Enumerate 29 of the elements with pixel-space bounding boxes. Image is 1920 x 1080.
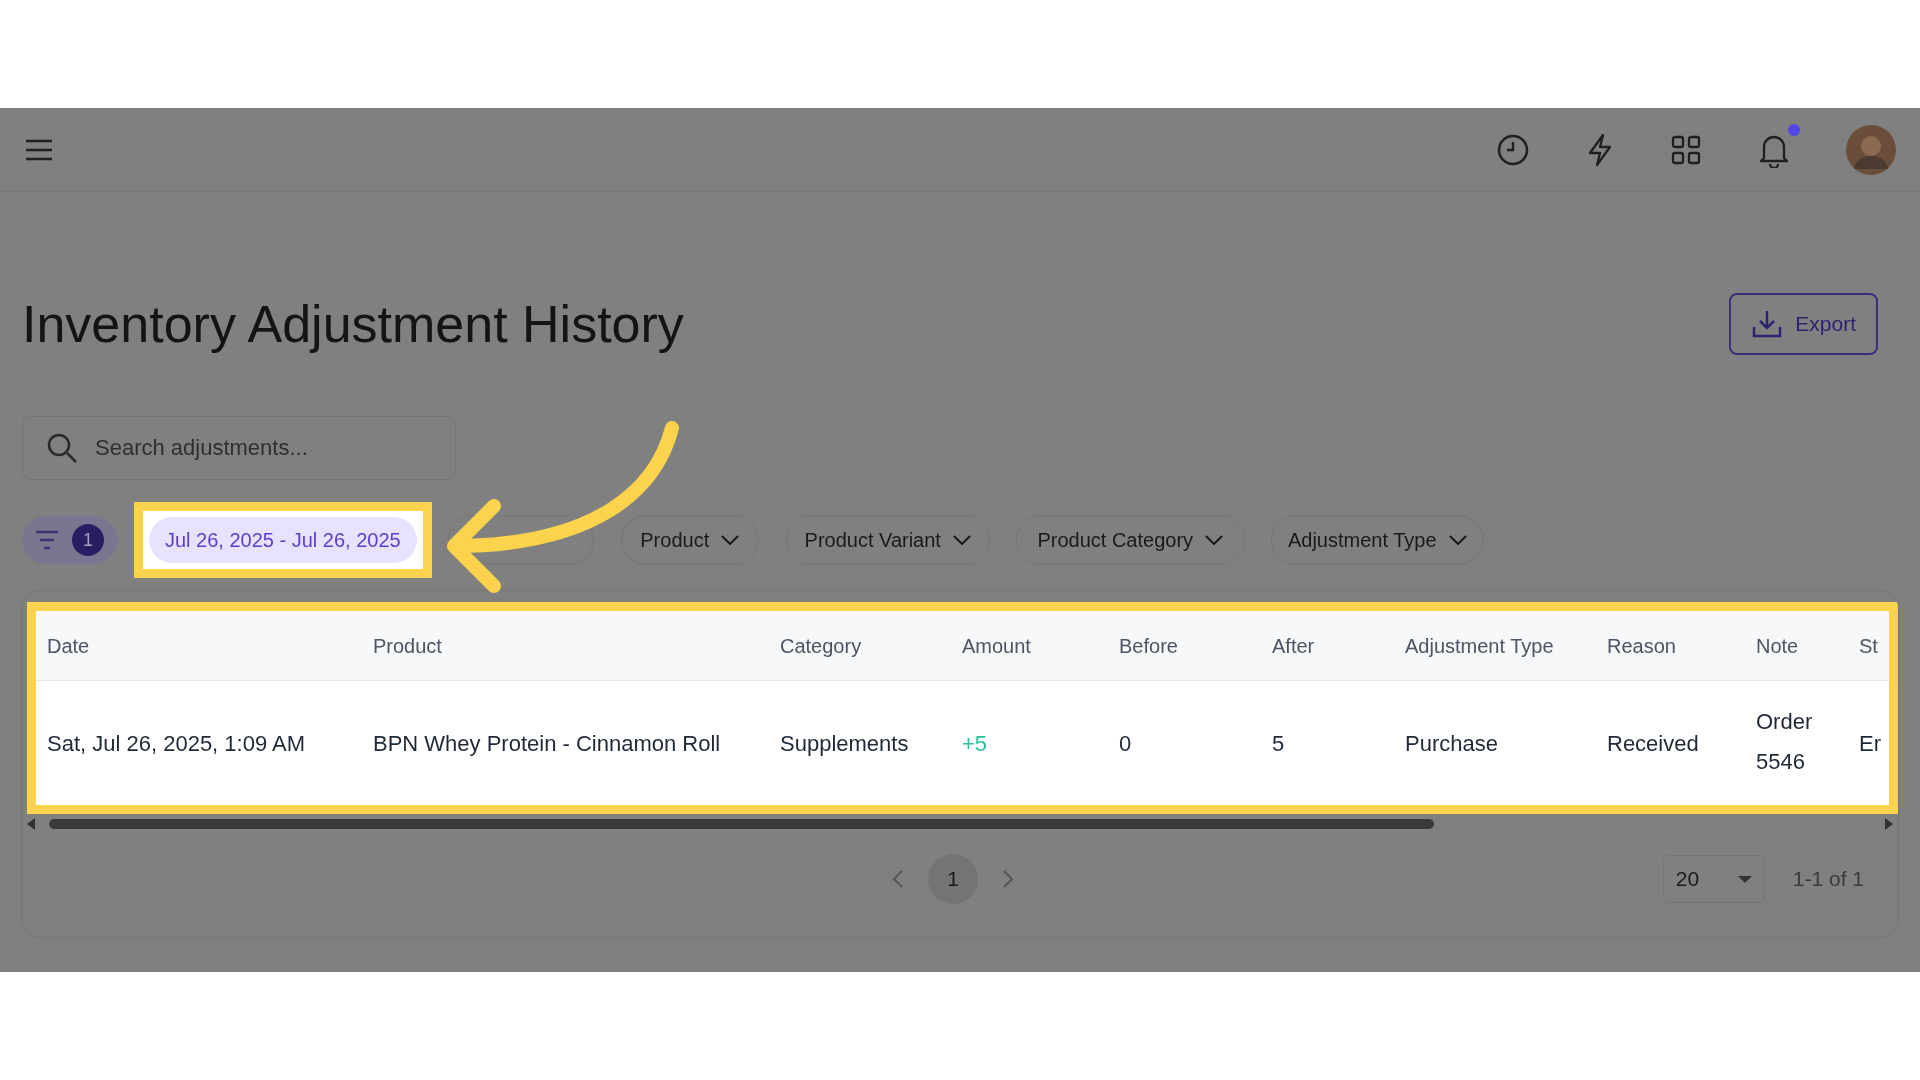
page-range-text: 1-1 of 1 [1792,866,1864,893]
column-header: Amount [962,634,1031,657]
column-header: Date [47,634,90,657]
export-button[interactable]: Export [1729,293,1878,355]
column-header: Adjustment Type [1405,634,1554,657]
table-cell: BPN Whey Protein - Cinnamon Roll [373,730,721,756]
column-header: Product [373,634,442,657]
table-cell: Purchase [1405,730,1498,756]
column-header: Before [1119,634,1178,657]
column-header: Note [1756,634,1799,657]
filter-button[interactable]: 1 [22,516,118,564]
column-header: Category [780,634,862,657]
column-header: St [1859,634,1878,657]
table-cell: Supplements [780,730,909,756]
page-button[interactable]: 1 [928,854,978,904]
filter-count-badge: 1 [72,524,104,556]
column-header: After [1272,634,1315,657]
table-cell: +5 [962,730,988,756]
table-cell: Sat, Jul 26, 2025, 1:09 AM [47,730,306,756]
table-cell: Received [1607,730,1699,756]
table-cell: Order 5546 [1756,709,1813,774]
page-title: Inventory Adjustment History [22,294,684,355]
table-cell: Er [1859,730,1881,756]
date-range-chip[interactable]: Jul 26, 2025 - Jul 26, 2025 [149,517,417,563]
column-header: Reason [1607,634,1676,657]
search-field[interactable]: Search adjustments... [22,416,456,480]
page-size-select[interactable]: 20 [1662,855,1765,903]
table-cell: 0 [1119,730,1132,756]
table-cell: 5 [1272,730,1285,756]
